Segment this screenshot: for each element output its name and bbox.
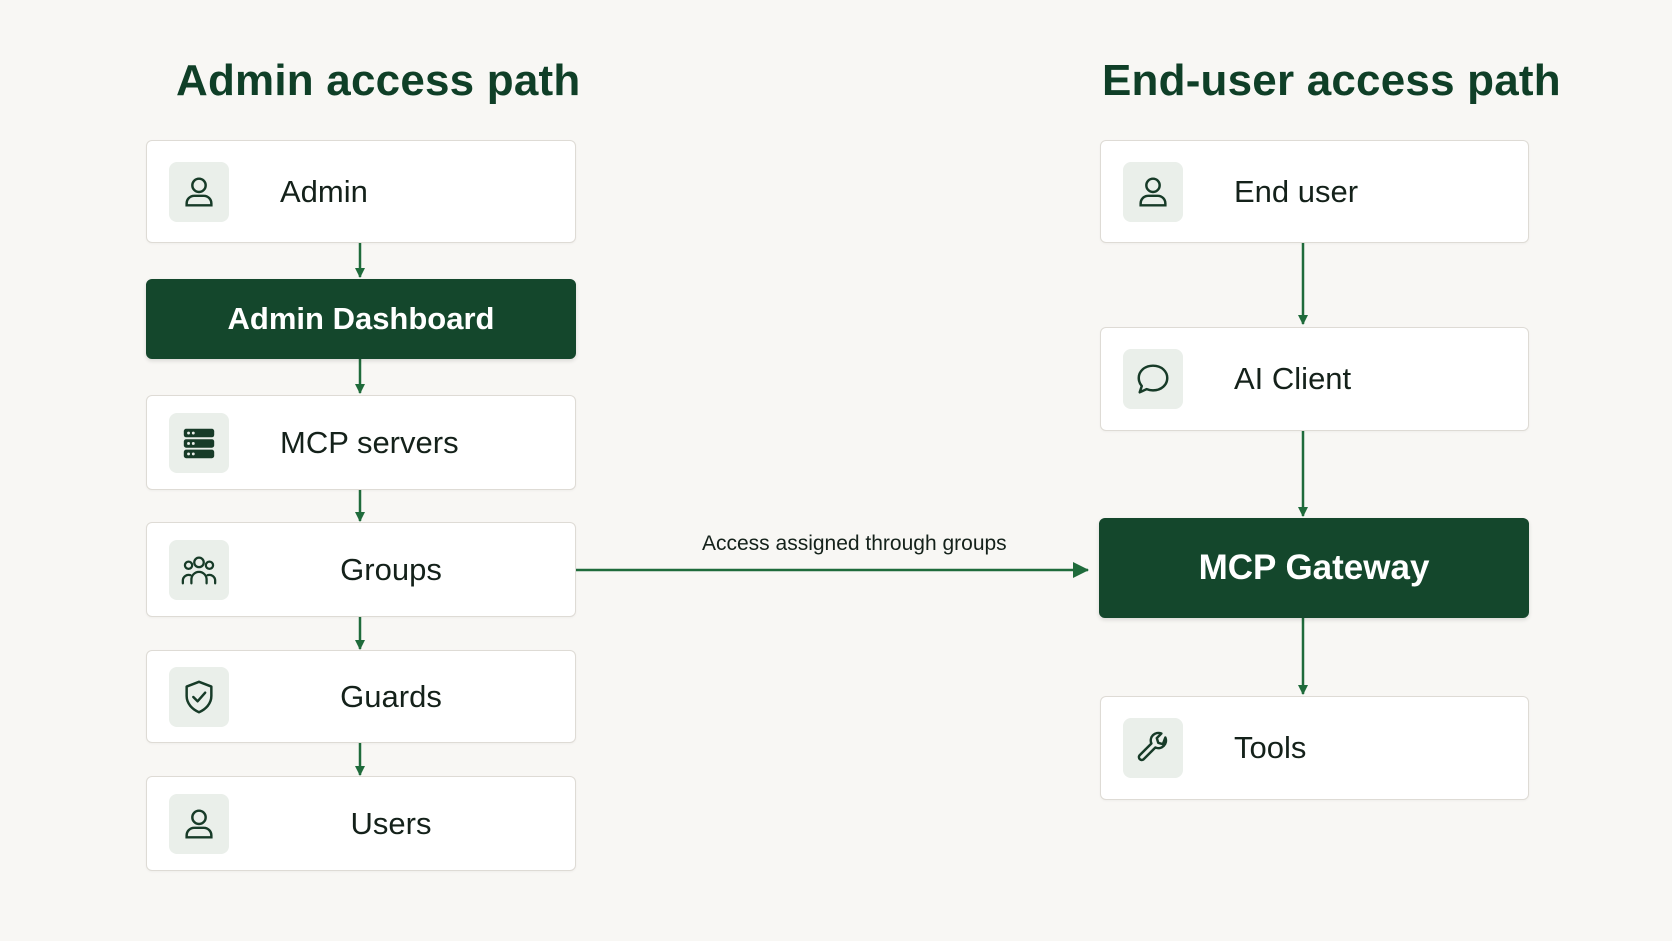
user-icon xyxy=(1123,161,1183,222)
end-user-node: End user xyxy=(1100,140,1529,243)
admin-dashboard-label: Admin Dashboard xyxy=(227,301,495,336)
mcp-servers-node: MCP servers xyxy=(146,395,576,490)
mcp-servers-label: MCP servers xyxy=(280,424,459,460)
tools-label: Tools xyxy=(1234,730,1307,765)
admin-node: Admin xyxy=(146,140,576,243)
users-label: Users xyxy=(350,805,432,841)
groups-label: Groups xyxy=(340,551,442,587)
end-user-path-title: End-user access path xyxy=(1102,56,1561,105)
guards-label: Guards xyxy=(340,678,442,714)
mcp-gateway-node: MCP Gateway xyxy=(1099,518,1529,618)
wrench-icon xyxy=(1123,718,1183,778)
groups-node: Groups xyxy=(146,522,576,617)
connector-label: Access assigned through groups xyxy=(702,532,1007,555)
admin-path-title: Admin access path xyxy=(176,56,581,105)
guards-node: Guards xyxy=(146,650,576,743)
ai-client-label: AI Client xyxy=(1234,361,1352,396)
chat-bubble-icon xyxy=(1123,349,1183,409)
end-user-label: End user xyxy=(1234,173,1359,209)
user-icon xyxy=(169,161,229,222)
server-stack-icon xyxy=(169,412,229,473)
tools-node: Tools xyxy=(1100,696,1529,800)
admin-dashboard-node: Admin Dashboard xyxy=(146,279,576,359)
ai-client-node: AI Client xyxy=(1100,327,1529,431)
admin-label: Admin xyxy=(280,173,368,209)
users-node: Users xyxy=(146,776,576,871)
mcp-gateway-label: MCP Gateway xyxy=(1198,548,1430,587)
